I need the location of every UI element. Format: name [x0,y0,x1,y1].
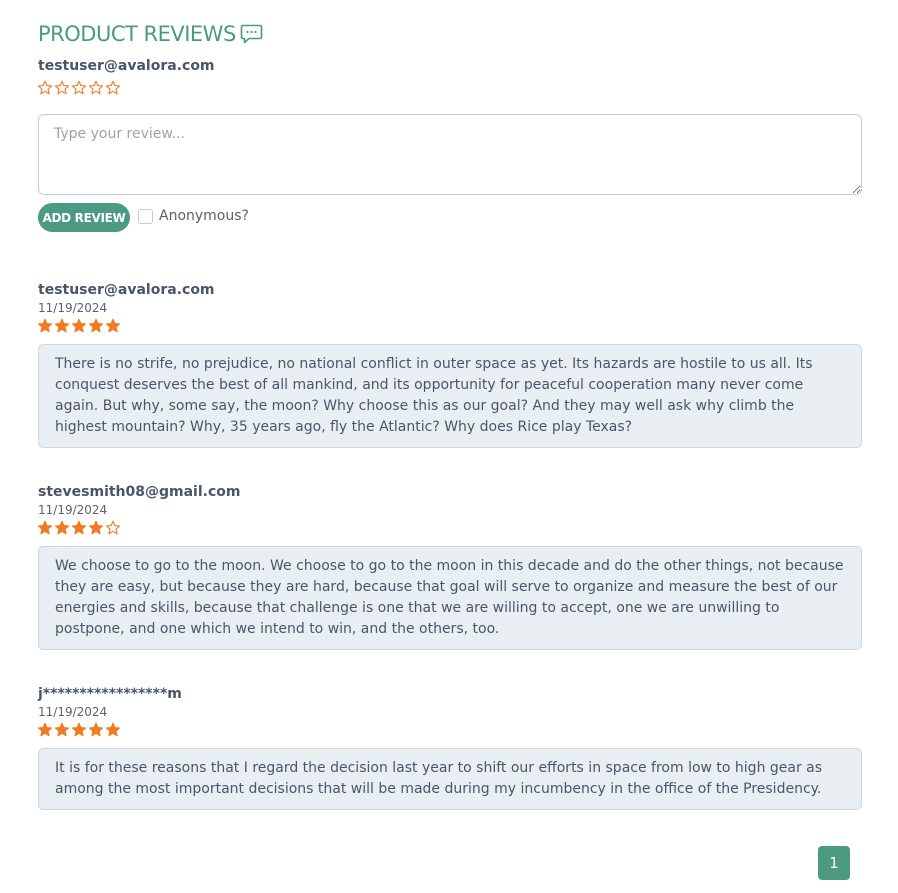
star-filled-icon [54,520,70,536]
anonymous-toggle[interactable]: Anonymous? [138,208,249,224]
star-filled-icon [88,520,104,536]
star-filled-icon [54,722,70,738]
rating-input[interactable] [37,80,121,96]
star-filled-icon [37,520,53,536]
review-item: j*****************m 11/19/2024 It is for… [37,686,862,810]
review-date: 11/19/2024 [38,301,108,315]
star-empty-icon[interactable] [88,80,104,96]
star-filled-icon [37,318,53,334]
reviews-header: PRODUCT REVIEWS [38,22,263,46]
pagination-page-button[interactable]: 1 [818,846,850,880]
star-filled-icon [71,318,87,334]
star-filled-icon [54,318,70,334]
star-filled-icon [88,722,104,738]
star-filled-icon [105,318,121,334]
star-empty-icon[interactable] [54,80,70,96]
star-empty-icon [105,520,121,536]
compose-user-email: testuser@avalora.com [38,58,215,74]
review-author: stevesmith08@gmail.com [38,484,241,500]
page-title: PRODUCT REVIEWS [38,22,236,46]
review-author: j*****************m [38,686,182,702]
review-date: 11/19/2024 [38,705,108,719]
review-item: testuser@avalora.com 11/19/2024 There is… [37,282,862,448]
review-item: stevesmith08@gmail.com 11/19/2024 We cho… [37,484,862,650]
star-filled-icon [71,520,87,536]
chat-bubble-icon [240,23,263,45]
review-date: 11/19/2024 [38,503,108,517]
anonymous-label: Anonymous? [159,208,249,224]
review-rating [37,722,862,738]
add-review-button[interactable]: ADD REVIEW [38,203,130,232]
star-empty-icon[interactable] [105,80,121,96]
review-textarea[interactable] [38,114,862,195]
star-filled-icon [105,722,121,738]
review-text: We choose to go to the moon. We choose t… [38,546,862,650]
star-empty-icon[interactable] [37,80,53,96]
star-empty-icon[interactable] [71,80,87,96]
review-text: It is for these reasons that I regard th… [38,748,862,810]
star-filled-icon [71,722,87,738]
star-filled-icon [88,318,104,334]
review-rating [37,520,862,536]
review-author: testuser@avalora.com [38,282,215,298]
anonymous-checkbox[interactable] [138,208,153,224]
review-text: There is no strife, no prejudice, no nat… [38,344,862,448]
review-rating [37,318,862,334]
star-filled-icon [37,722,53,738]
